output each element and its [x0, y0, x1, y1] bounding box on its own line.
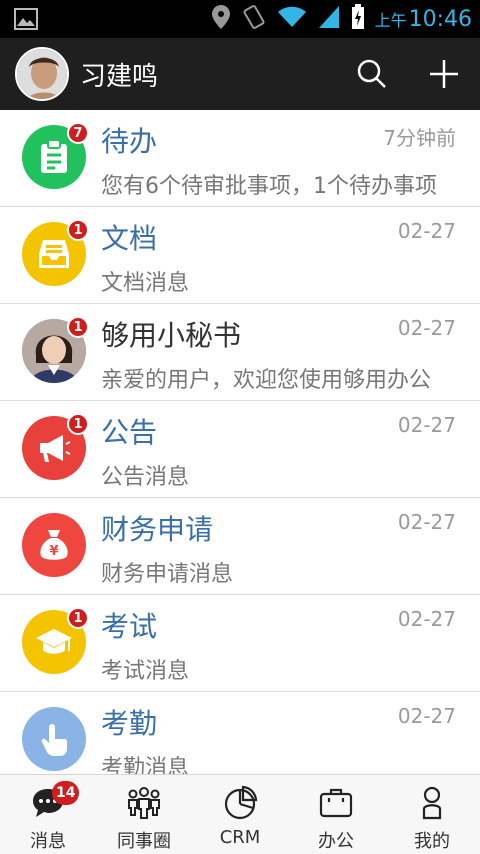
item-time: 02-27: [397, 316, 456, 340]
list-item[interactable]: 7 待办 7分钟前 您有6个待审批事项，1个待办事项: [0, 110, 480, 207]
item-time: 02-27: [397, 510, 456, 534]
item-preview: 文档消息: [101, 271, 190, 296]
location-icon: [211, 4, 231, 34]
wifi-icon: [277, 5, 307, 33]
page-title: 习建鸣: [80, 62, 159, 92]
people-icon: [128, 787, 160, 819]
clock: 上午10:46: [374, 6, 472, 32]
status-bar: 上午10:46: [0, 0, 480, 38]
item-title: 财务申请: [101, 513, 214, 546]
item-preview: 财务申请消息: [101, 562, 234, 587]
item-title: 够用小秘书: [101, 319, 242, 352]
tab-crm[interactable]: CRM: [192, 775, 288, 854]
user-avatar[interactable]: [15, 47, 69, 101]
person-icon: [422, 786, 442, 820]
tab-office[interactable]: 办公: [288, 775, 384, 854]
signal-icon: [317, 4, 341, 34]
list-item[interactable]: ¥ 财务申请 02-27 财务申请消息: [0, 498, 480, 595]
search-icon: [357, 59, 386, 88]
tab-messages[interactable]: 14 消息: [0, 775, 96, 854]
item-title: 考勤: [101, 707, 158, 740]
search-button[interactable]: [352, 54, 392, 94]
unread-badge: 1: [67, 607, 89, 629]
list-item[interactable]: 1 公告 02-27 公告消息: [0, 401, 480, 498]
item-preview: 亲爱的用户，欢迎您使用够用办公: [101, 368, 432, 393]
item-title: 文档: [101, 222, 158, 255]
tab-label: 消息: [30, 831, 66, 852]
tab-colleagues[interactable]: 同事圈: [96, 775, 192, 854]
item-preview: 考试消息: [101, 659, 190, 684]
vibrate-icon: [241, 4, 267, 34]
item-preview: 公告消息: [101, 465, 190, 490]
item-time: 7分钟前: [383, 126, 456, 150]
item-preview: 您有6个待审批事项，1个待办事项: [101, 174, 437, 199]
plus-icon: [430, 60, 458, 88]
tab-label: 办公: [318, 831, 354, 852]
item-preview: 考勤消息: [101, 756, 190, 774]
hand-tap-icon: [22, 707, 86, 771]
item-time: 02-27: [397, 413, 456, 437]
tab-label: CRM: [219, 827, 261, 848]
tab-label: 同事圈: [117, 831, 171, 852]
bottom-tab-bar: 14 消息 同事圈 CRM 办公 我的: [0, 774, 480, 854]
gallery-icon: [14, 8, 38, 34]
unread-badge: 1: [67, 316, 89, 338]
item-title: 考试: [101, 610, 158, 643]
tab-me[interactable]: 我的: [384, 775, 480, 854]
item-time: 02-27: [397, 704, 456, 728]
unread-badge: 1: [67, 219, 89, 241]
item-time: 02-27: [397, 607, 456, 631]
item-title: 公告: [101, 416, 158, 449]
money-bag-icon: ¥: [22, 513, 86, 577]
list-item[interactable]: 考勤 02-27 考勤消息: [0, 692, 480, 774]
add-button[interactable]: [424, 54, 464, 94]
battery-charging-icon: [351, 4, 365, 34]
briefcase-icon: [319, 788, 353, 818]
message-list: 7 待办 7分钟前 您有6个待审批事项，1个待办事项 1 文档 02-27 文档…: [0, 110, 480, 774]
tab-badge: 14: [52, 781, 80, 805]
list-item[interactable]: 1 文档 02-27 文档消息: [0, 207, 480, 304]
unread-badge: 7: [67, 122, 89, 144]
unread-badge: 1: [67, 413, 89, 435]
svg-text:¥: ¥: [49, 544, 58, 559]
item-title: 待办: [101, 125, 158, 158]
app-header: 习建鸣: [0, 38, 480, 110]
list-item[interactable]: 1 够用小秘书 02-27 亲爱的用户，欢迎您使用够用办公: [0, 304, 480, 401]
item-time: 02-27: [397, 219, 456, 243]
list-item[interactable]: 1 考试 02-27 考试消息: [0, 595, 480, 692]
tab-label: 我的: [414, 831, 450, 852]
pie-chart-icon: [224, 785, 258, 820]
